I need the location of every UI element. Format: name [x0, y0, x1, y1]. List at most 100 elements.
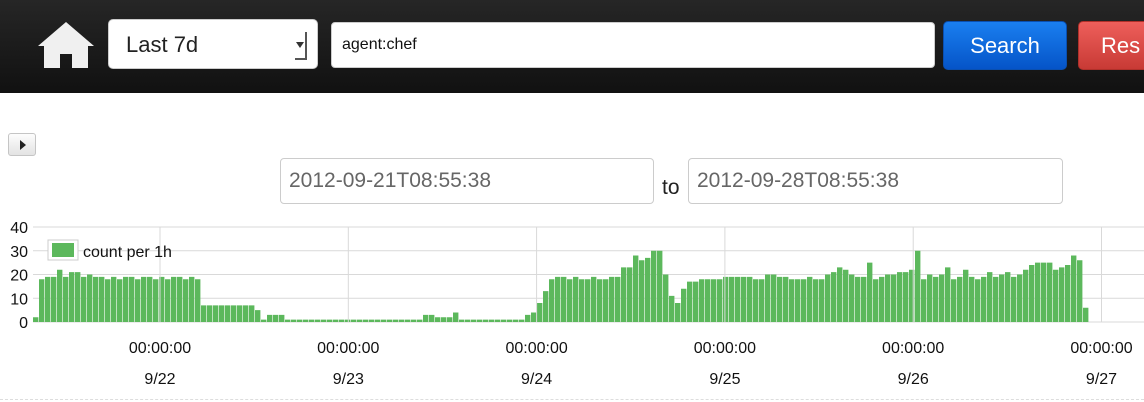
bar [45, 276, 51, 322]
bar [765, 274, 771, 322]
divider [0, 399, 1144, 400]
bar [555, 276, 561, 322]
search-button[interactable]: Search [943, 21, 1067, 70]
bar [597, 279, 603, 322]
bar [291, 319, 297, 322]
bar [783, 276, 789, 322]
bar [381, 319, 387, 322]
bar [921, 279, 927, 322]
bar [1065, 265, 1071, 322]
bar [405, 319, 411, 322]
bar [387, 319, 393, 322]
bar [165, 279, 171, 322]
bar [987, 272, 993, 322]
bar [495, 319, 501, 322]
bar [861, 276, 867, 322]
legend-label: count per 1h [83, 244, 172, 261]
bar [567, 279, 573, 322]
bar [279, 314, 285, 322]
bar [531, 312, 537, 322]
bar [81, 276, 87, 322]
bar [897, 272, 903, 322]
bar [969, 276, 975, 322]
bar [459, 319, 465, 322]
bar [1083, 307, 1089, 322]
bar [915, 250, 921, 322]
bar [237, 305, 243, 322]
bar [699, 279, 705, 322]
bar [315, 319, 321, 322]
bar [435, 317, 441, 322]
bar [543, 291, 549, 322]
bar [837, 267, 843, 322]
bar [423, 314, 429, 322]
query-input[interactable] [331, 22, 935, 68]
x-tick-time: 00:00:00 [317, 340, 379, 357]
bar [645, 257, 651, 322]
time-range-select[interactable]: Last 7d [108, 19, 318, 69]
bar [729, 276, 735, 322]
bar [1053, 269, 1059, 322]
bar [321, 319, 327, 322]
bar [537, 303, 543, 322]
x-tick-time: 00:00:00 [882, 340, 944, 357]
bar [87, 274, 93, 322]
bar [177, 276, 183, 322]
x-tick-date: 9/22 [144, 371, 175, 388]
bar [903, 272, 909, 322]
bar [207, 305, 213, 322]
bar [375, 319, 381, 322]
bar [873, 279, 879, 322]
bar [411, 319, 417, 322]
bar [339, 319, 345, 322]
bar [885, 274, 891, 322]
from-date-input[interactable] [280, 158, 654, 204]
bar [585, 279, 591, 322]
bar [489, 319, 495, 322]
play-triangle-icon[interactable] [8, 133, 36, 156]
bar [1035, 262, 1041, 322]
bar [213, 305, 219, 322]
bar [879, 276, 885, 322]
bar [201, 305, 207, 322]
x-tick-date: 9/24 [521, 371, 552, 388]
bar [819, 279, 825, 322]
bar [309, 319, 315, 322]
bar [303, 319, 309, 322]
bar [471, 319, 477, 322]
bar [579, 279, 585, 322]
bar [267, 314, 273, 322]
bar [843, 269, 849, 322]
bar [441, 317, 447, 322]
bar [261, 319, 267, 322]
bar [753, 279, 759, 322]
bar [243, 305, 249, 322]
bar [561, 276, 567, 322]
home-icon[interactable] [36, 20, 96, 70]
histogram-chart[interactable]: 0 10 20 30 40 00:00:00 9/22 00:00:00 9/23 00:00:0… [0, 210, 1144, 395]
bar [225, 305, 231, 322]
bar [33, 317, 39, 322]
bar [807, 276, 813, 322]
y-tick-label: 30 [10, 244, 28, 261]
bar [747, 276, 753, 322]
bar [135, 279, 141, 322]
bar [801, 279, 807, 322]
bar [429, 314, 435, 322]
bar [993, 276, 999, 322]
bar [513, 319, 519, 322]
bar [867, 262, 873, 322]
bar [129, 276, 135, 322]
bar [927, 274, 933, 322]
bar [507, 319, 513, 322]
to-date-input[interactable] [688, 158, 1063, 204]
bar [369, 319, 375, 322]
bar [501, 319, 507, 322]
bar [249, 305, 255, 322]
bar [813, 279, 819, 322]
bar [63, 276, 69, 322]
reset-button[interactable]: Res [1078, 21, 1144, 70]
bar [189, 276, 195, 322]
bar [735, 276, 741, 322]
bar [465, 319, 471, 322]
